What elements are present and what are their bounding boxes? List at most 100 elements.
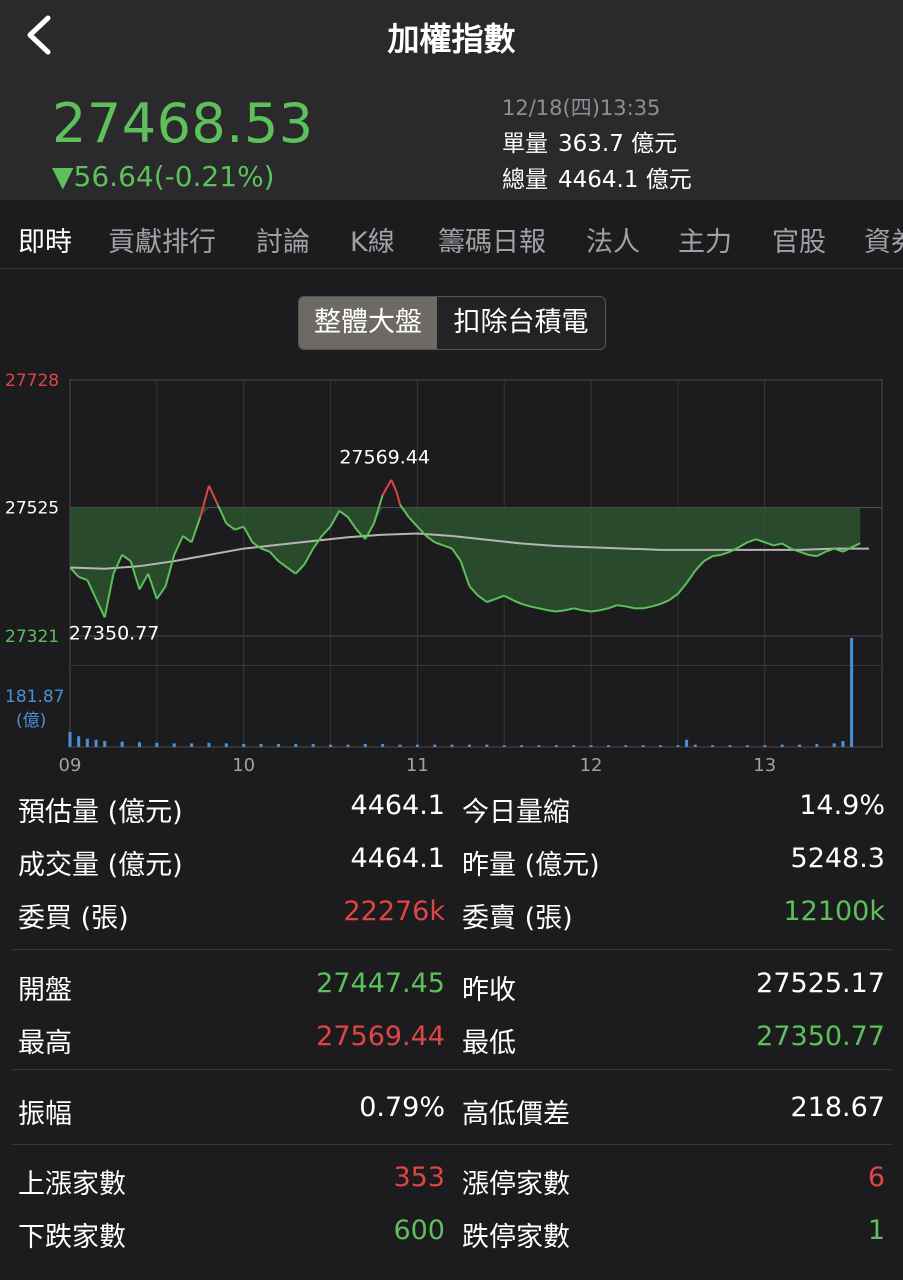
volume-bar: [676, 745, 680, 747]
low-label: 最低: [462, 1028, 516, 1059]
yest-volume-value: 5248.3: [790, 843, 885, 874]
deal-volume-value: 4464.1: [350, 843, 445, 874]
x-tick-label: 09: [59, 755, 82, 776]
advancers-label: 上漲家數: [18, 1169, 126, 1200]
volume-max-label: 181.87: [5, 687, 64, 707]
prev-close-value: 27525.17: [756, 968, 885, 999]
volume-bar: [485, 744, 489, 747]
volume-bar: [363, 744, 367, 747]
volume-bar: [68, 732, 72, 747]
low-value: 27350.77: [756, 1021, 885, 1052]
stats-row: 振幅 0.79% 高低價差 218.67: [0, 1084, 903, 1138]
tab-bar: 即時 貢獻排行 討論 K線 籌碼日報 法人 主力 官股 資券: [0, 200, 903, 269]
amplitude-label: 振幅: [18, 1099, 72, 1130]
x-tick-label: 11: [406, 755, 429, 776]
tab-margin[interactable]: 資券: [864, 220, 903, 259]
stats-row: 下跌家數 600 跌停家數 1: [0, 1207, 903, 1261]
shrink-value: 14.9%: [799, 790, 885, 821]
shrink-label: 今日量縮: [462, 797, 570, 828]
volume-bar: [832, 743, 836, 747]
volume-bar: [433, 744, 437, 747]
stats-row: 預估量 (億元) 4464.1 今日量縮 14.9%: [0, 782, 903, 836]
segment-overall[interactable]: 整體大盤: [299, 297, 437, 349]
est-volume-label: 預估量 (億元): [18, 797, 183, 828]
x-tick-label: 12: [580, 755, 603, 776]
volume-bar: [120, 741, 124, 747]
stats-row: 最高 27569.44 最低 27350.77: [0, 1013, 903, 1067]
price-line-segment: [808, 553, 818, 558]
tab-contribution[interactable]: 貢獻排行: [108, 220, 216, 259]
volume-bar: [606, 745, 610, 747]
volume-bar: [329, 744, 333, 747]
segment-ex-tsmc[interactable]: 扣除台積電: [437, 297, 605, 349]
tab-realtime[interactable]: 即時: [18, 220, 72, 259]
volume-bar: [537, 745, 541, 747]
y-label-bottom: 27321: [5, 627, 59, 647]
yest-volume-label: 昨量 (億元): [462, 850, 600, 881]
volume-bar: [572, 745, 576, 747]
volume-bar: [155, 742, 159, 747]
volume-bar: [728, 745, 732, 747]
tab-government[interactable]: 官股: [772, 220, 826, 259]
open-value: 27447.45: [316, 968, 445, 999]
volume-bar: [685, 739, 689, 747]
volume-bar: [311, 744, 315, 747]
volume-bar: [745, 745, 749, 747]
volume-bar: [554, 745, 558, 747]
stats-row: 成交量 (億元) 4464.1 昨量 (億元) 5248.3: [0, 835, 903, 889]
volume-bar: [797, 744, 801, 747]
tab-kline[interactable]: K線: [350, 220, 395, 259]
deal-volume-label: 成交量 (億元): [18, 850, 183, 881]
limit-down-value: 1: [867, 1215, 885, 1246]
tab-chip-daily[interactable]: 籌碼日報: [438, 220, 546, 259]
volume-bar: [520, 745, 524, 747]
intraday-chart: 27728 27525 27321 181.87 (億) 27569.44 27350.77…: [5, 371, 883, 776]
volume-bar: [450, 744, 454, 747]
high-annotation: 27569.44: [339, 447, 430, 469]
volume-bar: [815, 744, 819, 747]
y-label-mid: 27525: [5, 499, 59, 519]
low-annotation: 27350.77: [69, 622, 160, 644]
tab-discussion[interactable]: 討論: [256, 220, 310, 259]
volume-bar: [841, 741, 845, 747]
x-tick-label: 13: [753, 755, 776, 776]
ask-value: 12100k: [783, 896, 885, 927]
tab-main-force[interactable]: 主力: [678, 220, 732, 259]
price-line-segment: [199, 485, 210, 518]
price-line-segment: [582, 609, 592, 613]
volume-bar: [137, 742, 141, 747]
volume-bar: [259, 744, 263, 747]
price-line-segment: [390, 479, 398, 493]
total-volume-value: 4464.1 億元: [558, 167, 692, 193]
price-line-segment: [616, 604, 626, 608]
volume-bar: [711, 745, 715, 747]
volume-bar: [172, 743, 176, 747]
single-volume-value: 363.7 億元: [558, 131, 678, 157]
total-volume: 總量 4464.1 億元: [502, 160, 692, 194]
index-price: 27468.53: [52, 92, 314, 155]
open-label: 開盤: [18, 975, 72, 1006]
volume-bar: [415, 744, 419, 747]
price-line-segment: [547, 609, 557, 613]
volume-bar: [85, 738, 89, 747]
bid-label: 委買 (張): [18, 903, 129, 934]
volume-bar: [780, 744, 784, 747]
volume-bar: [693, 744, 697, 747]
divider: [12, 1144, 892, 1145]
volume-bar: [381, 744, 385, 747]
quote-datetime: 12/18(四)13:35: [502, 96, 661, 120]
volume-bar: [502, 745, 506, 747]
est-volume-value: 4464.1: [350, 790, 445, 821]
volume-bar: [276, 744, 280, 747]
price-line-segment: [395, 491, 401, 505]
stats-row: 委買 (張) 22276k 委賣 (張) 12100k: [0, 888, 903, 942]
stats-row: 上漲家數 353 漲停家數 6: [0, 1154, 903, 1208]
single-volume-label: 單量: [502, 131, 548, 157]
volume-bar: [224, 743, 228, 747]
price-line-segment: [712, 553, 722, 558]
y-label-top: 27728: [5, 371, 59, 391]
market-segment-control: 整體大盤 扣除台積電: [298, 296, 606, 350]
volume-unit-label: (億): [16, 711, 46, 731]
tab-institutional[interactable]: 法人: [586, 220, 640, 259]
limit-up-label: 漲停家數: [462, 1169, 570, 1200]
